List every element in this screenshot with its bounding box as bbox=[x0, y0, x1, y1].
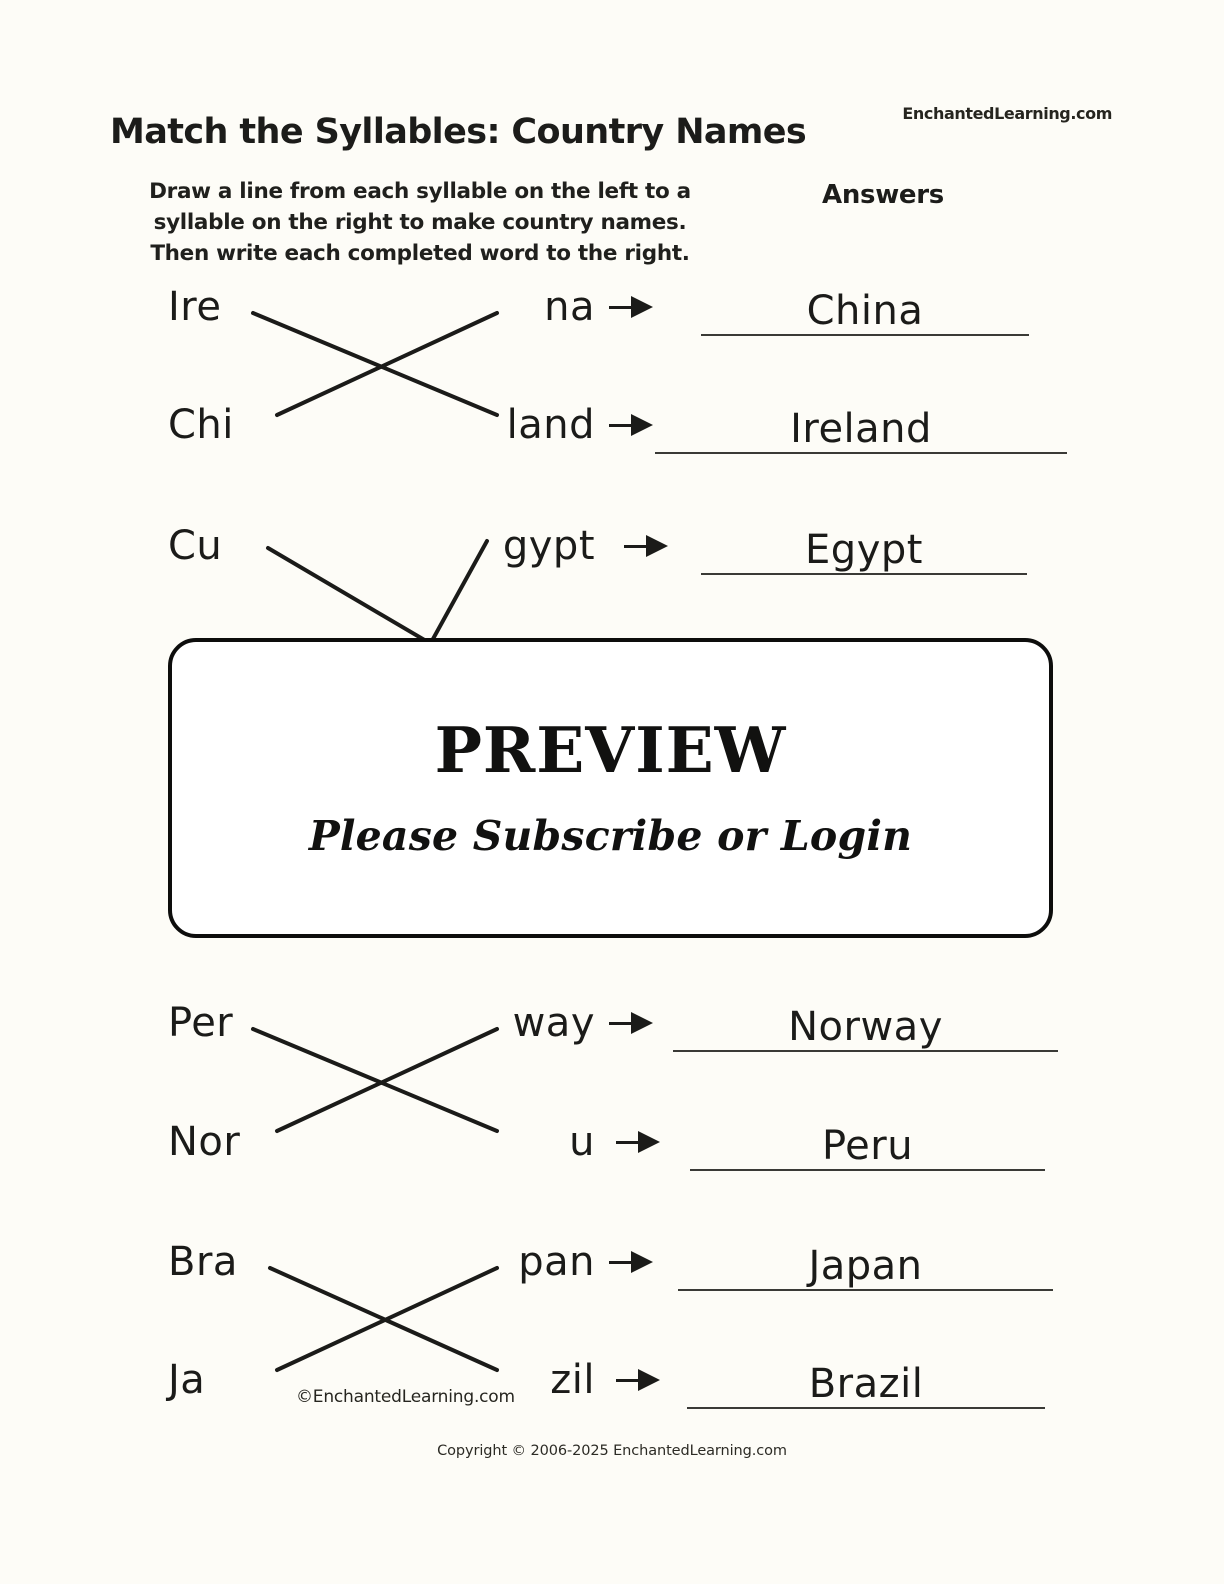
answer-blank-7[interactable]: Brazil bbox=[687, 1351, 1045, 1409]
arrow-icon-1 bbox=[609, 296, 653, 318]
answer-word-4: Norway bbox=[788, 1004, 943, 1050]
arrow-icon-7 bbox=[616, 1369, 660, 1391]
instructions-line-1: Draw a line from each syllable on the le… bbox=[149, 179, 691, 204]
connector-chi-na bbox=[275, 311, 499, 417]
brand-logo-text: EnchantedLearning.com bbox=[902, 104, 1112, 123]
answer-word-2: Ireland bbox=[790, 406, 932, 452]
answer-blank-6[interactable]: Japan bbox=[678, 1233, 1053, 1291]
preview-subscribe-prompt[interactable]: Please Subscribe or Login bbox=[309, 816, 912, 857]
inline-credit-text: ©EnchantedLearning.com bbox=[296, 1387, 515, 1407]
instructions-line-2: syllable on the right to make country na… bbox=[153, 210, 687, 235]
right-syllable-6[interactable]: pan bbox=[518, 1239, 595, 1285]
connector-ja-pan bbox=[275, 1266, 499, 1372]
instructions-text: Draw a line from each syllable on the le… bbox=[140, 176, 700, 269]
left-syllable-2[interactable]: Chi bbox=[168, 402, 234, 448]
connector-cu-down bbox=[266, 546, 435, 647]
connector-per-u bbox=[251, 1027, 499, 1133]
answer-blank-2[interactable]: Ireland bbox=[655, 396, 1067, 454]
answer-word-3: Egypt bbox=[805, 527, 923, 573]
left-syllable-6[interactable]: Bra bbox=[168, 1239, 238, 1285]
answer-word-6: Japan bbox=[808, 1243, 923, 1289]
right-syllable-3[interactable]: gypt bbox=[503, 523, 595, 569]
answer-blank-1[interactable]: China bbox=[701, 278, 1029, 336]
right-syllable-1[interactable]: na bbox=[544, 284, 595, 330]
right-syllable-4[interactable]: way bbox=[513, 1000, 595, 1046]
connector-gypt-down bbox=[426, 539, 489, 650]
arrow-icon-5 bbox=[616, 1131, 660, 1153]
copyright-text: Copyright © 2006-2025 EnchantedLearning.… bbox=[437, 1443, 787, 1459]
connector-bra-zil bbox=[268, 1266, 499, 1372]
preview-title: PREVIEW bbox=[434, 713, 787, 787]
right-syllable-2[interactable]: land bbox=[507, 402, 595, 448]
answer-rule-3 bbox=[701, 573, 1027, 575]
right-syllable-7[interactable]: zil bbox=[550, 1357, 595, 1403]
arrow-icon-3 bbox=[624, 535, 668, 557]
answer-rule-6 bbox=[678, 1289, 1053, 1291]
page-title: Match the Syllables: Country Names bbox=[110, 112, 807, 152]
worksheet-page: EnchantedLearning.com Match the Syllable… bbox=[0, 0, 1224, 1584]
answer-word-5: Peru bbox=[821, 1123, 914, 1169]
preview-overlay[interactable]: PREVIEW Please Subscribe or Login bbox=[168, 638, 1053, 938]
answer-rule-2 bbox=[655, 452, 1067, 454]
arrow-icon-4 bbox=[609, 1012, 653, 1034]
answer-rule-7 bbox=[687, 1407, 1045, 1409]
right-syllable-5[interactable]: u bbox=[569, 1119, 595, 1165]
arrow-icon-2 bbox=[609, 414, 653, 436]
answer-rule-5 bbox=[690, 1169, 1045, 1171]
answer-rule-1 bbox=[701, 334, 1029, 336]
arrow-icon-6 bbox=[609, 1251, 653, 1273]
connector-ire-land bbox=[251, 311, 499, 417]
answer-blank-4[interactable]: Norway bbox=[673, 994, 1058, 1052]
answer-blank-3[interactable]: Egypt bbox=[701, 517, 1027, 575]
left-syllable-4[interactable]: Per bbox=[168, 1000, 233, 1046]
answers-column-header: Answers bbox=[822, 180, 944, 210]
connector-nor-way bbox=[275, 1027, 499, 1133]
instructions-line-3: Then write each completed word to the ri… bbox=[150, 241, 690, 266]
answer-rule-4 bbox=[673, 1050, 1058, 1052]
answer-blank-5[interactable]: Peru bbox=[690, 1113, 1045, 1171]
left-syllable-7[interactable]: Ja bbox=[168, 1357, 205, 1403]
answer-word-7: Brazil bbox=[808, 1361, 924, 1407]
left-syllable-1[interactable]: Ire bbox=[168, 284, 221, 330]
answer-word-1: China bbox=[806, 288, 924, 334]
left-syllable-5[interactable]: Nor bbox=[168, 1119, 240, 1165]
left-syllable-3[interactable]: Cu bbox=[168, 523, 222, 569]
